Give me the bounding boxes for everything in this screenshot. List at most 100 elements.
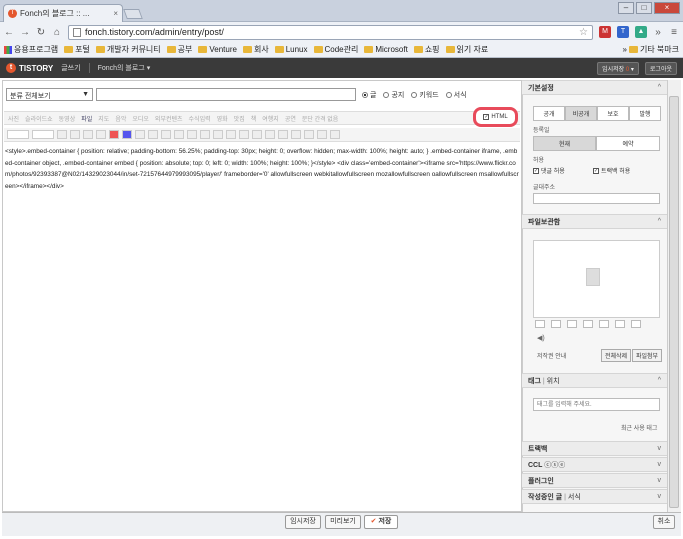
bookmark-folder[interactable]: 공부 [166, 44, 192, 55]
bookmark-folder[interactable]: Microsoft [364, 45, 408, 54]
visibility-private[interactable]: 비공개 [565, 106, 597, 121]
tistory-logo[interactable]: t TISTORY [6, 63, 53, 73]
minimize-icon[interactable]: – [618, 2, 634, 14]
close-window-icon[interactable]: × [654, 2, 680, 14]
other-bookmarks[interactable]: » 기타 북마크 [623, 44, 679, 55]
layout-three-icon[interactable] [615, 320, 625, 328]
gmail-extension-icon[interactable]: M [599, 26, 611, 38]
divider-icon[interactable] [278, 130, 288, 139]
align-left-icon[interactable] [135, 130, 145, 139]
close-tab-icon[interactable]: × [113, 9, 118, 18]
layout-two-icon[interactable] [599, 320, 609, 328]
visibility-protected[interactable]: 보호 [597, 106, 629, 121]
toolbar-external[interactable]: 외부컨텐츠 [155, 114, 183, 123]
browser-tab[interactable]: T Fonch의 블로그 :: ... × [3, 4, 123, 22]
toolbar-movie[interactable]: 영화 [217, 114, 228, 123]
address-bar[interactable]: fonch.tistory.com/admin/entry/post/ ☆ [68, 24, 593, 40]
attach-file-button[interactable]: 파일첨부 [632, 349, 663, 362]
bg-color-icon[interactable] [122, 130, 132, 139]
bookmark-folder[interactable]: 읽기 자료 [445, 44, 488, 55]
align-justify-icon[interactable] [174, 130, 184, 139]
audio-icon[interactable]: ◀) [537, 334, 545, 342]
more-extensions-icon[interactable]: » [653, 27, 663, 38]
underline-icon[interactable] [83, 130, 93, 139]
font-size-select[interactable] [32, 130, 54, 139]
bookmark-folder[interactable]: 회사 [242, 44, 269, 55]
logout-button[interactable]: 로그아웃 [644, 61, 677, 75]
forward-icon[interactable]: → [20, 27, 30, 38]
list-icon[interactable] [200, 130, 210, 139]
layout-grid-icon[interactable] [631, 320, 641, 328]
new-tab-button[interactable] [123, 9, 143, 19]
date-reserve-button[interactable]: 예약 [596, 136, 660, 151]
html-mode-toggle[interactable]: ✓ HTML [473, 107, 518, 127]
translate-extension-icon[interactable]: T [617, 26, 629, 38]
radio-template[interactable]: 서식 [445, 90, 467, 100]
align-right-icon[interactable] [161, 130, 171, 139]
back-icon[interactable]: ← [4, 27, 14, 38]
category-select[interactable]: 분류 전체보기 ▼ [6, 88, 93, 101]
emoticon-icon[interactable] [239, 130, 249, 139]
visibility-public[interactable]: 공개 [533, 106, 565, 121]
table-icon[interactable] [252, 130, 262, 139]
quote-icon[interactable] [265, 130, 275, 139]
temp-save-list-button[interactable]: 임시저장 0 ▾ [597, 61, 639, 75]
layout-right-icon[interactable] [567, 320, 577, 328]
attachments-header[interactable]: 파일보관함 ^ [522, 214, 667, 229]
layout-full-icon[interactable] [583, 320, 593, 328]
copyright-link[interactable]: 저작권 안내 [537, 351, 566, 360]
bookmark-folder[interactable]: 개발자 커뮤니티 [95, 44, 161, 55]
trackback-allow-checkbox[interactable]: ✓ 트랙백 허용 [593, 166, 630, 175]
preview-button[interactable]: 미리보기 [325, 515, 361, 529]
toolbar-restaurant[interactable]: 맛집 [234, 114, 245, 123]
comment-allow-checkbox[interactable]: ✓ 댓글 허용 [533, 166, 565, 175]
post-title-input[interactable] [96, 88, 356, 101]
plugin-header[interactable]: 플러그인 v [522, 473, 667, 488]
special-char-icon[interactable] [291, 130, 301, 139]
layout-center-icon[interactable] [551, 320, 561, 328]
toolbar-travel[interactable]: 여행지 [262, 114, 279, 123]
toolbar-audio[interactable]: 오디오 [132, 114, 149, 123]
menu-icon[interactable]: ≡ [669, 27, 679, 38]
more-icon[interactable] [304, 130, 314, 139]
indent-icon[interactable] [213, 130, 223, 139]
bookmark-folder[interactable]: 포털 [64, 44, 90, 55]
ccl-header[interactable]: CCL ⓒⓢⓔ v [522, 457, 667, 472]
html-source-editor[interactable]: <style>.embed-container { position: rela… [5, 146, 519, 192]
bookmark-folder[interactable]: Code관리 [313, 44, 358, 55]
tag-input[interactable] [533, 398, 660, 411]
toolbar-book[interactable]: 책 [251, 114, 257, 123]
line-height-icon[interactable] [187, 130, 197, 139]
blog-selector[interactable]: Fonch의 블로그 ▾ [88, 63, 150, 73]
reload-icon[interactable]: ↻ [36, 27, 46, 38]
toolbar-photo[interactable]: 사진 [8, 114, 19, 123]
strike-icon[interactable] [96, 130, 106, 139]
permalink-input[interactable] [533, 193, 660, 204]
radio-post[interactable]: 글 [362, 90, 376, 100]
visibility-publish[interactable]: 발행 [629, 106, 661, 121]
layout-left-icon[interactable] [535, 320, 545, 328]
drive-extension-icon[interactable]: ▲ [635, 26, 647, 38]
bookmark-folder[interactable]: Venture [198, 45, 237, 54]
temp-save-button[interactable]: 임시저장 [285, 515, 321, 529]
align-center-icon[interactable] [148, 130, 158, 139]
radio-notice[interactable]: 공지 [383, 90, 404, 100]
toolbar-formula[interactable]: 수식입력 [189, 114, 211, 123]
italic-icon[interactable] [70, 130, 80, 139]
toolbar-video[interactable]: 동영상 [59, 114, 76, 123]
date-now-button[interactable]: 현재 [533, 136, 596, 151]
cancel-button[interactable]: 취소 [653, 515, 675, 529]
scrollbar-thumb[interactable] [669, 96, 679, 508]
delete-all-button[interactable]: 전체삭제 [601, 349, 632, 362]
toolbar-slideshow[interactable]: 슬라이드쇼 [25, 114, 53, 123]
save-button[interactable]: ✔ 저장 [364, 515, 398, 529]
link-icon[interactable] [226, 130, 236, 139]
bookmark-star-icon[interactable]: ☆ [579, 27, 588, 38]
drafts-header[interactable]: 작성중인 글 | 서식 v [522, 489, 667, 504]
maximize-icon[interactable]: □ [636, 2, 652, 14]
font-select[interactable] [7, 130, 29, 139]
bold-icon[interactable] [57, 130, 67, 139]
trackback-header[interactable]: 트랙백 v [522, 441, 667, 456]
radio-keyword[interactable]: 키워드 [411, 90, 439, 100]
bookmark-folder[interactable]: Lunux [274, 45, 308, 54]
